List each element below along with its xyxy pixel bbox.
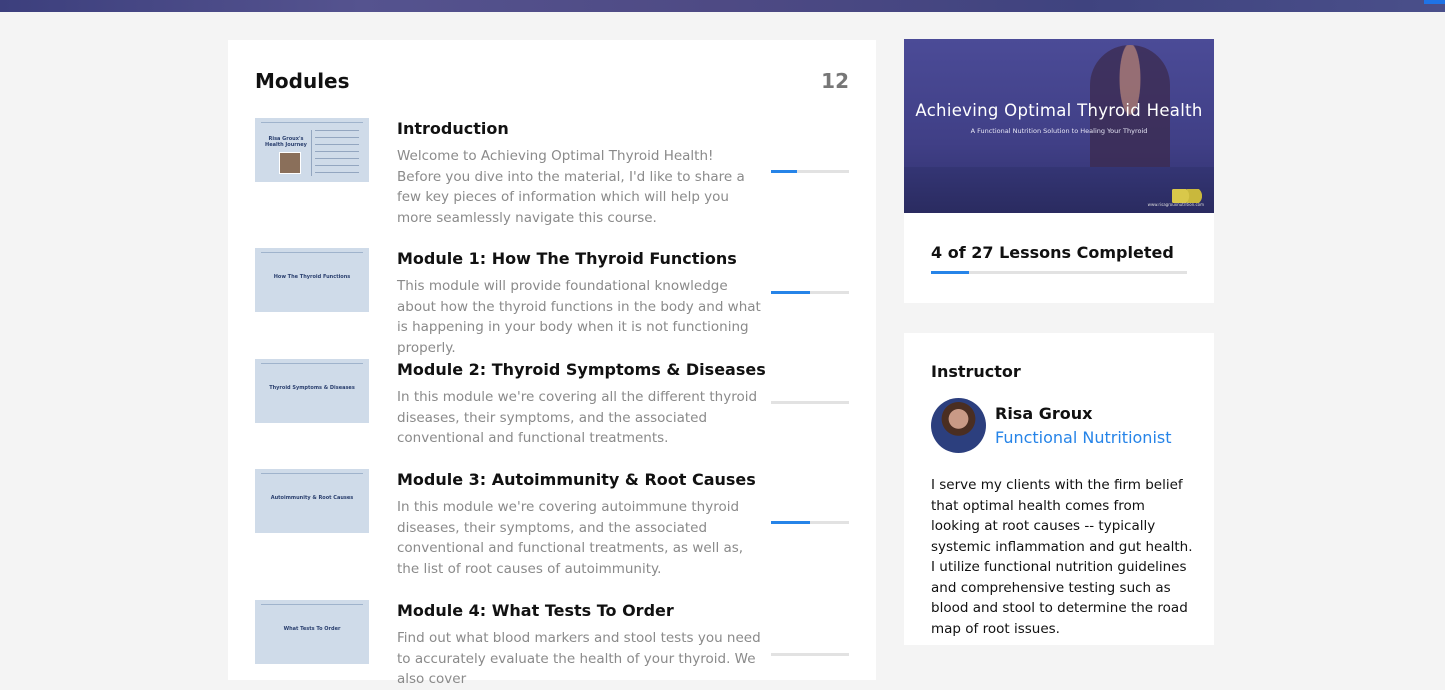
course-hero-image[interactable]: Achieving Optimal Thyroid Health A Funct… [904, 39, 1214, 213]
instructor-heading: Instructor [931, 362, 1021, 381]
module-thumbnail[interactable]: What Tests To Order [255, 600, 369, 664]
instructor-card: Instructor Risa Groux Functional Nutriti… [904, 333, 1214, 645]
module-thumbnail[interactable]: Risa Groux's Health Journey [255, 118, 369, 182]
top-banner [0, 0, 1445, 12]
module-title[interactable]: Module 3: Autoimmunity & Root Causes [397, 469, 767, 491]
instructor-name: Risa Groux [995, 404, 1093, 423]
module-thumbnail[interactable]: How The Thyroid Functions [255, 248, 369, 312]
module-progress-bar [771, 401, 849, 404]
thumbnail-divider [261, 252, 363, 253]
module-title[interactable]: Module 4: What Tests To Order [397, 600, 767, 622]
lessons-completed-text: 4 of 27 Lessons Completed [931, 243, 1174, 262]
modules-count: 12 [821, 69, 849, 93]
module-title[interactable]: Module 2: Thyroid Symptoms & Diseases [397, 359, 767, 381]
thumbnail-divider [261, 363, 363, 364]
module-title[interactable]: Module 1: How The Thyroid Functions [397, 248, 767, 270]
thumbnail-title: Autoimmunity & Root Causes [270, 495, 354, 501]
course-hero-url: www.risagrouxnutrition.com [1147, 202, 1204, 207]
instructor-bio: I serve my clients with the firm belief … [931, 477, 1193, 637]
thumbnail-divider [311, 130, 312, 176]
course-hero-subtitle: A Functional Nutrition Solution to Heali… [970, 127, 1148, 135]
module-progress-bar [771, 291, 849, 294]
module-description: In this module we're covering all the di… [397, 389, 758, 446]
thumbnail-list [315, 130, 359, 179]
module-progress-bar [771, 653, 849, 656]
thumbnail-title: What Tests To Order [283, 626, 341, 632]
lemons-image [1172, 189, 1202, 203]
thumbnail-divider [261, 604, 363, 605]
module-title[interactable]: Introduction [397, 118, 767, 140]
modules-heading: Modules [255, 69, 350, 93]
module-progress-bar [771, 521, 849, 524]
course-progress-card: Achieving Optimal Thyroid Health A Funct… [904, 39, 1214, 303]
module-description: Welcome to Achieving Optimal Thyroid Hea… [397, 148, 745, 226]
course-hero-title: Achieving Optimal Thyroid Health [915, 101, 1203, 120]
module-progress-fill [771, 291, 810, 294]
lessons-progress-bar [931, 271, 1187, 274]
top-accent-bar [1424, 0, 1445, 4]
thumbnail-divider [261, 473, 363, 474]
avatar [931, 398, 986, 453]
module-progress-bar [771, 170, 849, 173]
modules-card: Modules 12 Risa Groux's Health Journey I… [228, 40, 876, 687]
module-description: In this module we're covering autoimmune… [397, 499, 744, 577]
module-description: This module will provide foundational kn… [397, 278, 761, 356]
thumbnail-photo [279, 152, 301, 174]
module-thumbnail[interactable]: Thyroid Symptoms & Diseases [255, 359, 369, 423]
module-progress-fill [771, 170, 797, 173]
module-description: Find out what blood markers and stool te… [397, 630, 761, 687]
module-thumbnail[interactable]: Autoimmunity & Root Causes [255, 469, 369, 533]
thumbnail-title: Risa Groux's Health Journey [265, 136, 307, 148]
thumbnail-divider [261, 122, 363, 123]
thumbnail-title: How The Thyroid Functions [273, 274, 351, 280]
module-progress-fill [771, 521, 810, 524]
thumbnail-title: Thyroid Symptoms & Diseases [269, 385, 355, 391]
instructor-title: Functional Nutritionist [995, 428, 1172, 447]
lessons-progress-fill [931, 271, 970, 274]
